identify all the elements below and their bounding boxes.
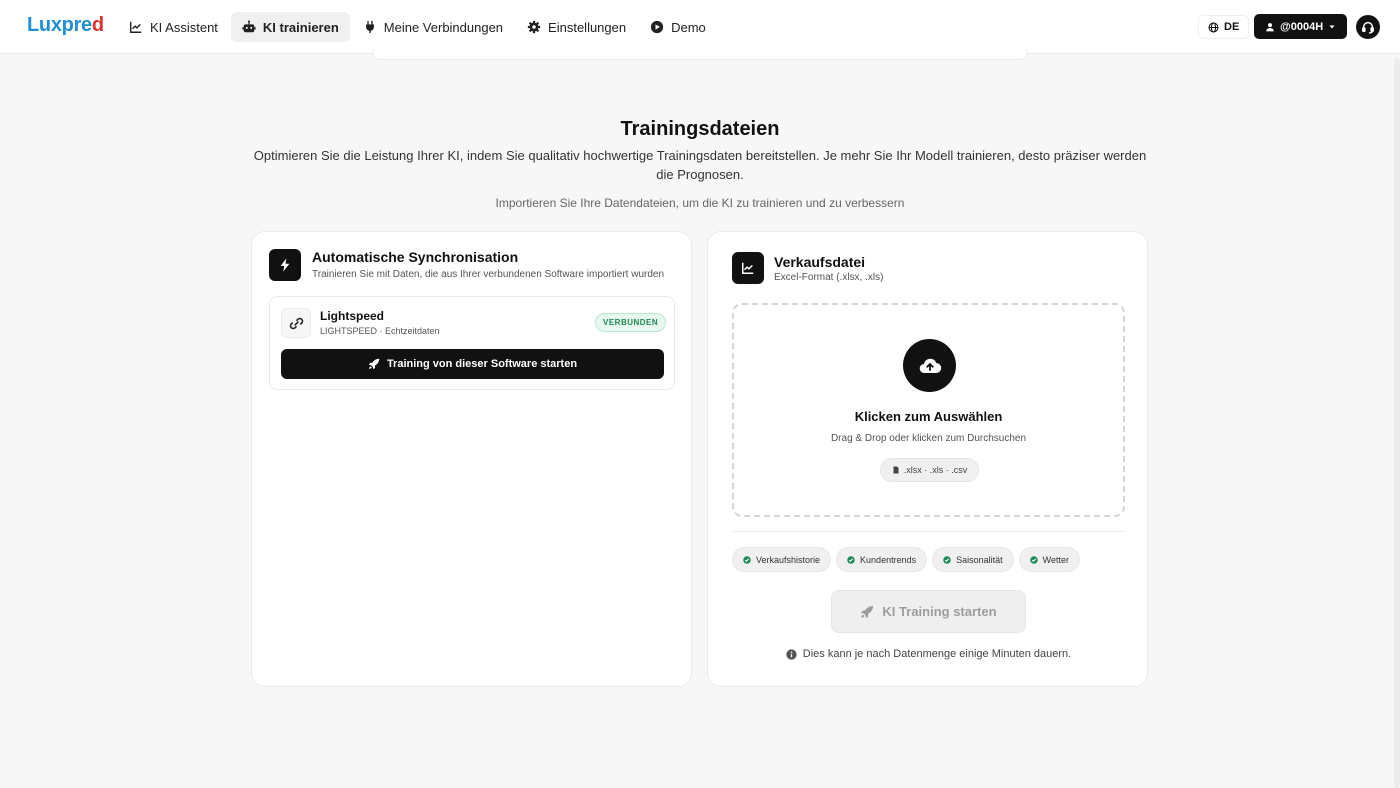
nav-label: KI Assistent	[150, 19, 218, 35]
sync-card-title: Automatische Synchronisation	[312, 249, 519, 265]
bolt-icon	[280, 258, 290, 272]
sync-card-subtitle: Trainieren Sie mit Daten, die aus Ihrer …	[312, 269, 665, 280]
tag-label: Wetter	[1042, 554, 1069, 565]
note-text: Dies kann je nach Datenmenge einige Minu…	[802, 648, 1072, 660]
file-icon	[893, 466, 899, 474]
top-navbar: Luxpred KI Assistent KI trainieren Meine…	[0, 0, 1400, 54]
rocket-icon	[861, 605, 874, 618]
upload-icon-circle	[903, 339, 956, 392]
user-menu-button[interactable]: @0004H	[1254, 14, 1348, 39]
start-software-training-button[interactable]: Training von dieser Software starten	[281, 349, 664, 379]
nav-label: KI trainieren	[262, 19, 339, 35]
tag-label: Saisonalität	[956, 554, 1003, 565]
tag-saisonalitaet: Saisonalität	[932, 547, 1014, 572]
cloud-upload-icon	[919, 358, 941, 373]
globe-icon	[1208, 22, 1219, 32]
dropzone-title: Klicken zum Auswählen	[854, 409, 1003, 424]
nav-item-ki-assistent[interactable]: KI Assistent	[118, 12, 229, 42]
nav-label: Demo	[671, 19, 706, 35]
page-scrollbar[interactable]	[1394, 58, 1400, 788]
user-name: @0004H	[1280, 20, 1324, 33]
nav-item-einstellungen[interactable]: Einstellungen	[516, 12, 637, 42]
nav-label: Meine Verbindungen	[383, 19, 504, 35]
dropzone-subtitle: Drag & Drop oder klicken zum Durchsuchen	[830, 433, 1027, 444]
tag-label: Verkaufshistorie	[756, 554, 821, 565]
tag-verkaufshistorie: Verkaufshistorie	[732, 547, 832, 572]
start-ki-training-button[interactable]: KI Training starten	[831, 590, 1026, 633]
auto-sync-card: Automatische Synchronisation Trainieren …	[251, 231, 692, 687]
app-logo[interactable]: Luxpred	[27, 14, 104, 37]
caret-down-icon	[1329, 25, 1335, 28]
robot-icon	[242, 20, 256, 33]
connected-software-item: Lightspeed LIGHTSPEED · Echtzeitdaten VE…	[269, 296, 675, 390]
software-meta: LIGHTSPEED · Echtzeitdaten	[320, 326, 440, 336]
language-selector[interactable]: DE	[1198, 15, 1250, 39]
duration-note: Dies kann je nach Datenmenge einige Minu…	[708, 648, 1149, 660]
sales-file-card: Verkaufsdatei Excel-Format (.xlsx, .xls)…	[707, 231, 1148, 687]
software-name: Lightspeed	[320, 309, 385, 323]
check-circle-icon	[1029, 555, 1038, 564]
tag-wetter: Wetter	[1018, 547, 1080, 572]
page-title: Trainingsdateien	[620, 118, 780, 140]
page-subtitle: Importieren Sie Ihre Datendateien, um di…	[495, 196, 905, 210]
sales-card-subtitle: Excel-Format (.xlsx, .xls)	[774, 272, 884, 283]
status-badge: VERBUNDEN	[595, 313, 667, 332]
data-tags: Verkaufshistorie Kundentrends Saisonalit…	[732, 547, 1080, 572]
check-circle-icon	[943, 555, 951, 564]
divider	[732, 531, 1125, 532]
tag-kundentrends: Kundentrends	[836, 547, 928, 572]
sales-card-title: Verkaufsdatei	[774, 254, 866, 270]
file-formats-pill: .xlsx · .xls · .csv	[880, 458, 979, 482]
check-circle-icon	[743, 555, 751, 564]
nav-label: Einstellungen	[548, 19, 627, 35]
headset-icon	[1362, 21, 1374, 34]
main-nav: KI Assistent KI trainieren Meine Verbind…	[118, 12, 717, 42]
page-description: Optimieren Sie die Leistung Ihrer KI, in…	[253, 148, 1147, 182]
nav-item-meine-verbindungen[interactable]: Meine Verbindungen	[352, 12, 514, 42]
plug-icon	[365, 20, 374, 34]
rocket-icon	[368, 358, 380, 370]
file-dropzone[interactable]: Klicken zum Auswählen Drag & Drop oder k…	[732, 303, 1125, 517]
tag-label: Kundentrends	[860, 554, 917, 565]
gear-icon	[527, 20, 541, 34]
button-label: KI Training starten	[882, 604, 997, 619]
bolt-icon-box	[269, 249, 301, 281]
button-label: Training von dieser Software starten	[386, 358, 578, 370]
nav-item-ki-trainieren[interactable]: KI trainieren	[230, 12, 350, 42]
play-circle-icon	[650, 20, 664, 34]
chart-icon-box	[732, 252, 764, 284]
check-circle-icon	[847, 555, 855, 564]
chart-line-icon	[742, 262, 754, 274]
file-formats: .xlsx · .xls · .csv	[903, 465, 968, 475]
chart-line-icon	[130, 21, 142, 33]
info-icon	[786, 648, 797, 660]
support-button[interactable]	[1356, 15, 1380, 39]
user-icon	[1266, 22, 1274, 31]
link-icon-box	[281, 308, 311, 338]
nav-item-demo[interactable]: Demo	[639, 12, 717, 42]
collapsed-panel	[372, 50, 1028, 60]
link-icon	[289, 317, 303, 329]
language-label: DE	[1224, 21, 1240, 33]
